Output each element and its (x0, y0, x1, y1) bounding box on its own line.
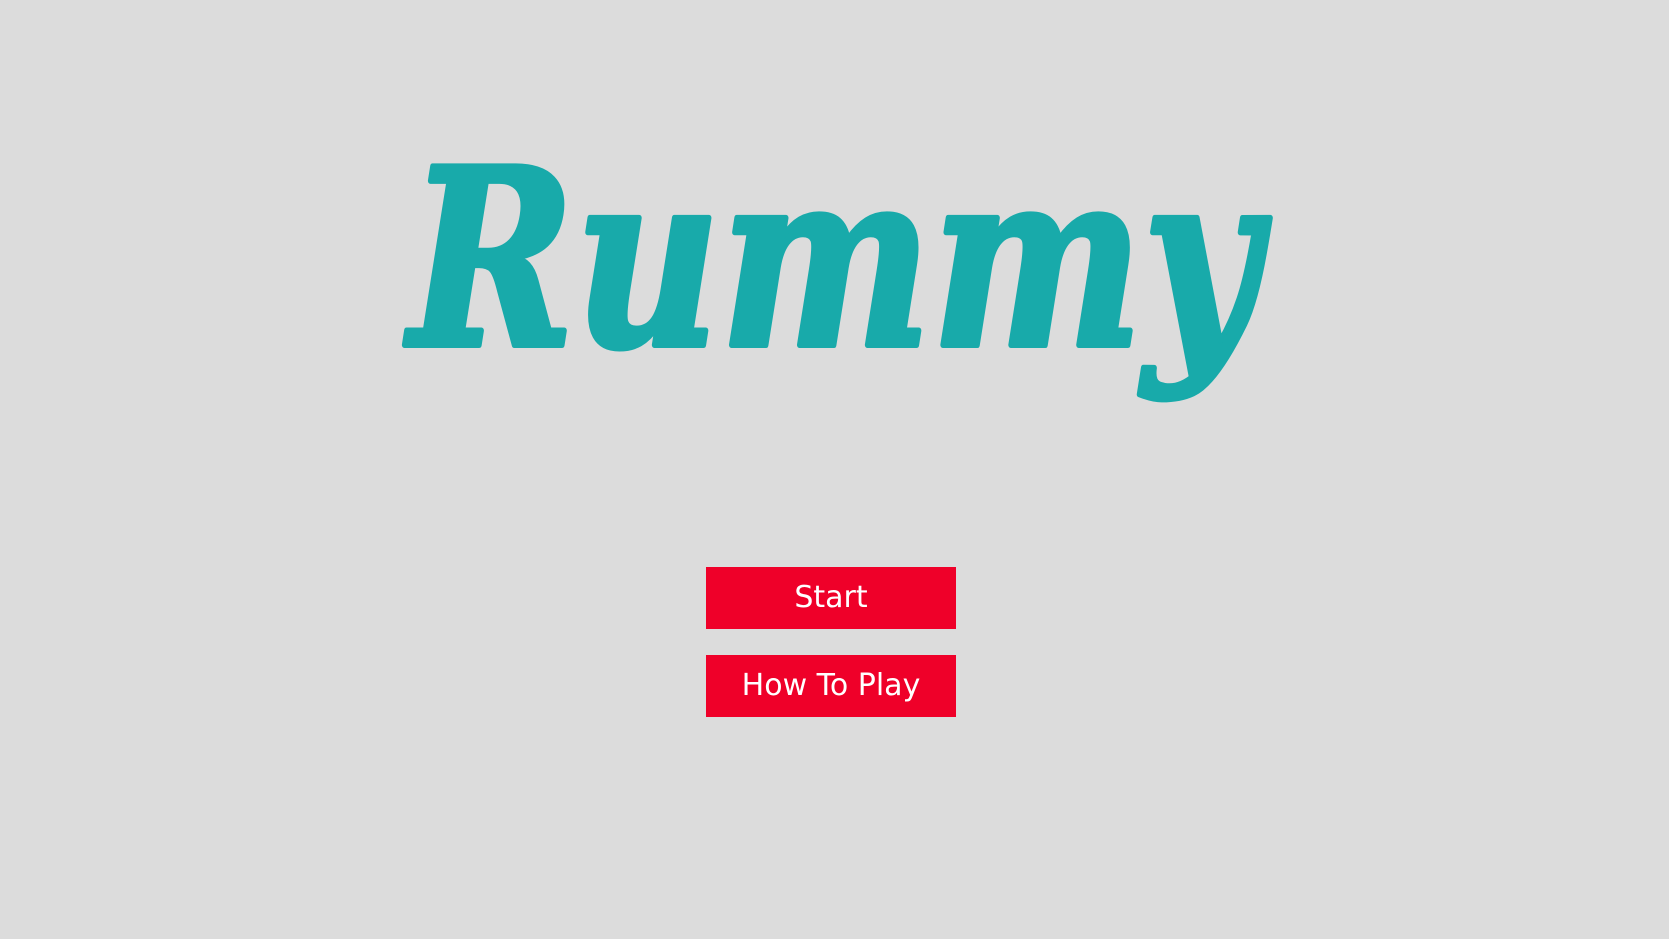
main-menu-screen: Rummy Start How To Play (0, 0, 1669, 939)
how-to-play-button[interactable]: How To Play (706, 655, 956, 717)
game-title: Rummy (404, 115, 1271, 403)
game-title-logo: Rummy (0, 105, 1669, 485)
start-button[interactable]: Start (706, 567, 956, 629)
main-menu: Start How To Play (706, 567, 956, 743)
